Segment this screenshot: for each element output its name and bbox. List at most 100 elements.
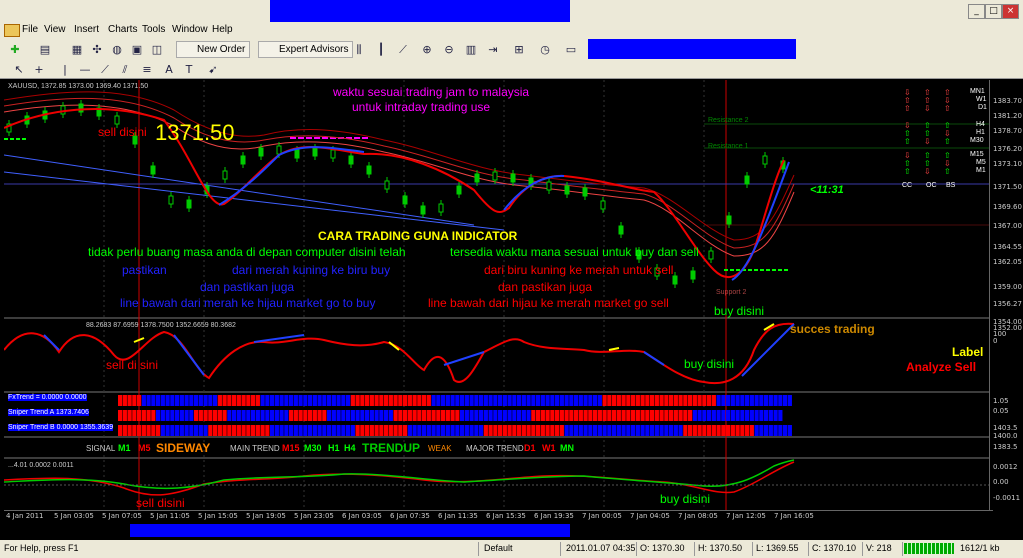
trend-cell [189,395,194,406]
trend-cell [284,410,289,421]
trend-cell [436,410,441,421]
expert-advisors-button[interactable]: Expert Advisors [258,41,354,58]
cursor-icon[interactable]: ↖ [10,61,28,78]
trend-cell [536,410,541,421]
trend-cell [431,395,436,406]
app-icon[interactable] [4,24,20,37]
menu-tools[interactable]: Tools [142,24,165,35]
candlestick-icon[interactable]: ┃ [372,41,390,58]
trend-cell [355,425,360,436]
trend-cell [236,410,241,421]
candle-body [582,187,588,197]
data-window-icon[interactable]: ◍ [108,41,126,58]
sub3-info: ...4.01 0.0002 0.0011 [8,462,74,469]
trend-cell [355,410,360,421]
trend-cell [626,395,631,406]
trend-cell [569,410,574,421]
candle-body [618,225,624,235]
time-label: 4 Jan 2011 [6,512,44,520]
new-order-button[interactable]: New Order [176,41,251,58]
zoom-in-icon[interactable]: ⊕ [418,41,436,58]
menu-view[interactable]: View [44,24,66,35]
menu-insert[interactable]: Insert [74,24,99,35]
candle-body [348,155,354,165]
menu-window[interactable]: Window [172,24,208,35]
tile-windows-icon[interactable]: ▥ [462,41,480,58]
trend-cell [507,410,512,421]
candle-body [258,147,264,157]
fibonacci-icon[interactable]: ≡ [138,61,156,78]
close-button[interactable]: × [1002,4,1019,19]
periods-icon[interactable]: ◷ [536,41,554,58]
trend-cell [593,395,598,406]
text-tool-icon[interactable]: A [160,61,178,78]
maximize-button[interactable]: □ [985,4,1002,19]
candle-body [744,175,750,185]
trend-cell [312,425,317,436]
trend-cell [308,395,313,406]
menu-help[interactable]: Help [212,24,233,35]
resistance-1-label: Resistance 1 [708,143,749,150]
menu-charts[interactable]: Charts [108,24,137,35]
label-tool-icon[interactable]: T [180,61,198,78]
trend-cell [498,410,503,421]
trend-cell [132,395,137,406]
new-chart-icon[interactable]: ✚ [6,41,24,58]
trend-cell [683,425,688,436]
indicators-icon[interactable]: ⊞ [510,41,528,58]
navigator-icon[interactable]: ✣ [88,41,106,58]
trend-cell [593,410,598,421]
trend-cell [436,395,441,406]
bar-chart-icon[interactable]: ⫼ [350,41,368,58]
market-watch-icon[interactable]: ▦ [68,41,86,58]
guide-text-red-3: line bawah dari hijau ke merah market go… [428,296,669,310]
tester-icon[interactable]: ◫ [148,41,166,58]
trend-cell [327,410,332,421]
trend-cell [550,410,555,421]
templates-icon[interactable]: ▭ [562,41,580,58]
arrows-tool-icon[interactable]: ➹ [204,61,222,78]
trend-cell [137,395,142,406]
trend-cell [151,425,156,436]
vertical-line-icon[interactable]: | [56,61,74,78]
minimize-button[interactable]: _ [968,4,985,19]
candle-body [330,149,336,159]
trend-cell [759,425,764,436]
crosshair-icon[interactable]: + [30,61,48,78]
trend-cell [308,425,313,436]
trend-cell [692,395,697,406]
trend-cell [384,410,389,421]
trend-cell [464,425,469,436]
trend-cell [735,395,740,406]
horizontal-line-icon[interactable]: — [76,61,94,78]
candle-body [186,199,192,209]
trend-cell [346,395,351,406]
price-label: 1.05 [993,397,1009,405]
zoom-out-icon[interactable]: ⊖ [440,41,458,58]
succes-trading-label: succes trading [790,322,875,336]
major-trend-label: MAJOR TREND [466,444,524,453]
terminal-icon[interactable]: ▣ [128,41,146,58]
channel-icon[interactable]: ⫽ [116,61,134,78]
trend-up-arrow-icon: ⇧ [904,137,911,146]
trend-cell [369,410,374,421]
trend-cell [749,410,754,421]
trend-cell [160,410,165,421]
trend-up-arrow-icon: ⇧ [944,167,951,176]
trend-cell [616,425,621,436]
trend-cell [664,410,669,421]
trend-cell [688,425,693,436]
trend-cell [336,395,341,406]
trendline-icon[interactable]: ⟋ [96,61,114,78]
trend-cell [170,425,175,436]
trend-cell [151,395,156,406]
autoscroll-icon[interactable]: ⇥ [484,41,502,58]
profiles-icon[interactable]: ▤ [36,41,54,58]
trend-cell [673,425,678,436]
tf-w1: W1 [976,96,987,103]
trend-cell [498,395,503,406]
menu-file[interactable]: File [22,24,38,35]
trend-cell [217,425,222,436]
trend-cell [612,425,617,436]
line-chart-icon[interactable]: ⟋ [394,41,412,58]
